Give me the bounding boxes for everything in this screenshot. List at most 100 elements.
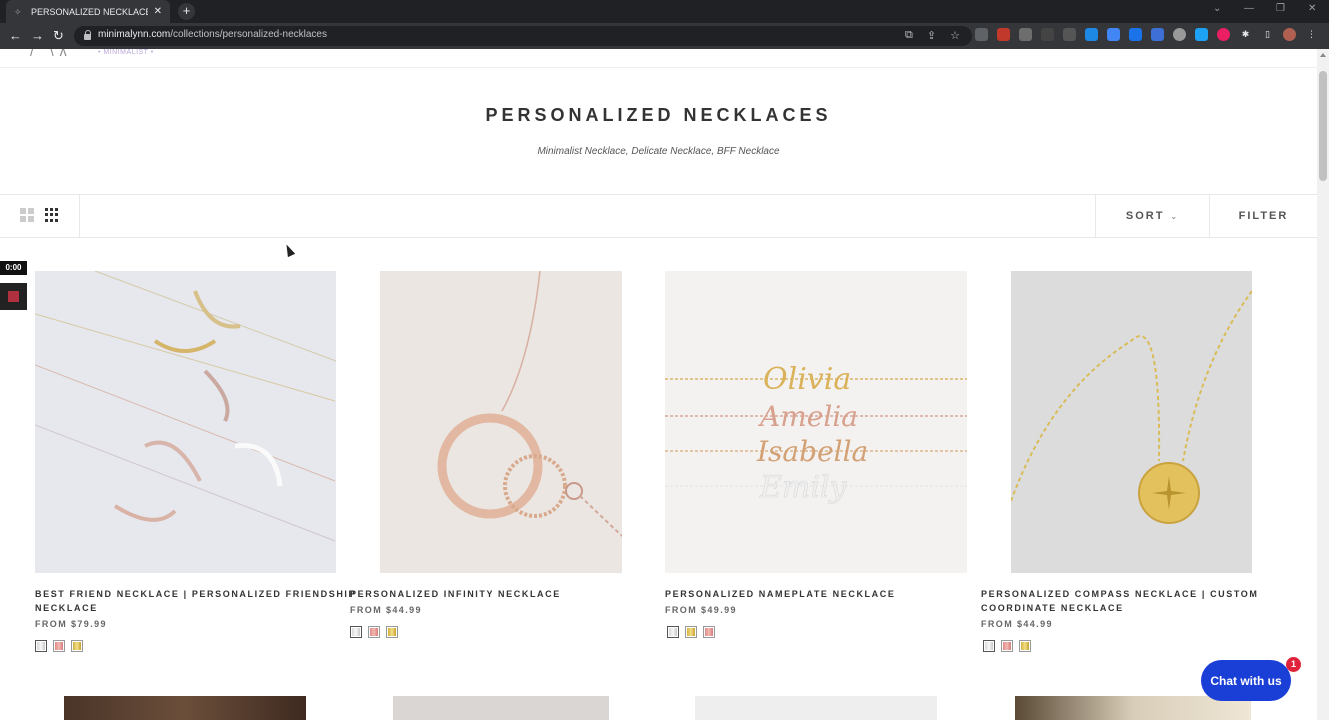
product-name[interactable]: PERSONALIZED INFINITY NECKLACE [350, 587, 561, 601]
chat-button[interactable]: Chat with us [1201, 660, 1291, 701]
new-tab-button[interactable]: + [178, 3, 195, 20]
name-amelia: Amelia [757, 400, 858, 433]
site-favicon-icon: ✧ [14, 6, 22, 17]
name-emily: Emily [759, 470, 848, 505]
swatch-rose-gold[interactable] [1001, 640, 1013, 652]
color-swatches [667, 626, 715, 638]
swatch-silver[interactable] [983, 640, 995, 652]
product-price: FROM $49.99 [665, 605, 737, 615]
swatch-gold[interactable] [1019, 640, 1031, 652]
product-name[interactable]: BEST FRIEND NECKLACE | PERSONALIZED FRIE… [35, 587, 356, 615]
minimize-icon[interactable]: — [1244, 3, 1254, 14]
product-price: FROM $79.99 [35, 619, 107, 629]
grid-4-view-icon[interactable] [45, 208, 59, 222]
product-name[interactable]: PERSONALIZED NAMEPLATE NECKLACE [665, 587, 895, 601]
menu-icon[interactable]: ⋮ [1305, 28, 1318, 41]
product-image-best-friend[interactable] [35, 271, 336, 573]
restore-icon[interactable]: ❐ [1276, 3, 1285, 14]
close-window-icon[interactable]: ✕ [1308, 3, 1316, 14]
site-header: / \ʌ • MINIMALIST • [0, 49, 1317, 68]
bookmark-star-icon[interactable]: ☆ [950, 29, 960, 42]
product-image-compass[interactable] [1011, 271, 1252, 573]
browser-tab[interactable]: ✧ PERSONALIZED NECKLACES – ly ✕ [6, 0, 170, 23]
logo-icon[interactable]: / \ʌ [30, 49, 90, 59]
side-panel-icon[interactable]: ▯ [1261, 28, 1274, 41]
collection-subtitle: Minimalist Necklace, Delicate Necklace, … [537, 146, 780, 157]
recording-timer: 0:00 [0, 261, 27, 275]
product-image-row2-1[interactable] [64, 696, 306, 720]
extension-icon[interactable] [1129, 28, 1142, 41]
collection-toolbar: SORT ⌄ FILTER [0, 194, 1317, 238]
omnibox-actions: ⧉ ⇪ ☆ [905, 29, 960, 42]
swatch-rose-gold[interactable] [53, 640, 65, 652]
logo-tagline: • MINIMALIST • [98, 49, 154, 56]
swatch-gold[interactable] [386, 626, 398, 638]
translate-icon[interactable]: ⧉ [905, 29, 913, 42]
swatch-gold[interactable] [685, 626, 697, 638]
extension-icon[interactable] [1063, 28, 1076, 41]
collection-title: PERSONALIZED NECKLACES [485, 105, 832, 125]
swatch-silver[interactable] [350, 626, 362, 638]
color-swatches [350, 626, 398, 638]
close-tab-icon[interactable]: ✕ [154, 6, 162, 17]
filter-button[interactable]: FILTER [1209, 195, 1317, 237]
color-swatches [35, 640, 83, 652]
tab-title: PERSONALIZED NECKLACES – ly [31, 6, 148, 17]
extension-icon[interactable] [1107, 28, 1120, 41]
chat-notification-badge: 1 [1286, 657, 1301, 672]
twitter-icon[interactable] [1195, 28, 1208, 41]
extension-icon[interactable] [1173, 28, 1186, 41]
product-price: FROM $44.99 [981, 619, 1053, 629]
browser-tab-bar: ✧ PERSONALIZED NECKLACES – ly ✕ + ⌄ — ❐ … [0, 0, 1329, 23]
swatch-rose-gold[interactable] [368, 626, 380, 638]
extension-icon[interactable] [1019, 28, 1032, 41]
scroll-up-icon[interactable] [1320, 53, 1326, 57]
infinity-necklace-photo [380, 271, 622, 573]
browser-toolbar: ← → ↻ minimalynn.com/collections/persona… [0, 23, 1329, 49]
stop-icon [8, 291, 19, 302]
name-olivia: Olivia [763, 362, 851, 397]
swatch-rose-gold[interactable] [703, 626, 715, 638]
product-image-infinity[interactable] [380, 271, 622, 573]
scrollbar-thumb[interactable] [1319, 71, 1327, 181]
share-icon[interactable]: ⇪ [927, 29, 936, 42]
product-image-row2-3[interactable] [695, 696, 937, 720]
url-text: minimalynn.com/collections/personalized-… [98, 29, 327, 40]
chevron-down-icon: ⌄ [1170, 211, 1180, 221]
tab-search-icon[interactable]: ⌄ [1213, 3, 1221, 14]
forward-icon[interactable]: → [31, 28, 44, 44]
name-isabella: Isabella [756, 435, 868, 468]
swatch-gold[interactable] [71, 640, 83, 652]
extensions-area: ✱ ▯ ⋮ [975, 28, 1318, 41]
page-scrollbar[interactable] [1317, 49, 1329, 720]
view-toggle [0, 195, 80, 237]
address-bar[interactable]: minimalynn.com/collections/personalized-… [74, 26, 972, 46]
back-icon[interactable]: ← [9, 28, 22, 44]
product-price: FROM $44.99 [350, 605, 422, 615]
extension-icon[interactable] [997, 28, 1010, 41]
page: / \ʌ • MINIMALIST • PERSONALIZED NECKLAC… [0, 49, 1317, 720]
extension-icon[interactable] [1041, 28, 1054, 41]
sort-button[interactable]: SORT ⌄ [1095, 195, 1209, 237]
compass-necklace-photo [1011, 271, 1252, 573]
extension-icon[interactable] [1151, 28, 1164, 41]
extension-icon[interactable] [975, 28, 988, 41]
profile-avatar[interactable] [1283, 28, 1296, 41]
reload-icon[interactable]: ↻ [53, 28, 64, 44]
extensions-puzzle-icon[interactable]: ✱ [1239, 28, 1252, 41]
extension-icon[interactable] [1085, 28, 1098, 41]
swatch-silver[interactable] [35, 640, 47, 652]
mouse-cursor-icon [282, 242, 296, 258]
product-image-row2-2[interactable] [393, 696, 609, 720]
color-swatches [983, 640, 1031, 652]
moon-necklaces-photo [35, 271, 336, 573]
lock-icon[interactable] [84, 30, 92, 41]
grid-2-view-icon[interactable] [20, 208, 34, 222]
sort-label: SORT [1125, 210, 1165, 222]
swatch-silver[interactable] [667, 626, 679, 638]
product-name[interactable]: PERSONALIZED COMPASS NECKLACE | CUSTOM C… [981, 587, 1259, 615]
stop-recording-button[interactable] [0, 283, 27, 310]
extension-icon[interactable] [1217, 28, 1230, 41]
nameplate-necklaces-photo: Olivia Amelia Isabella Emily [665, 271, 967, 573]
product-image-nameplate[interactable]: Olivia Amelia Isabella Emily [665, 271, 967, 573]
